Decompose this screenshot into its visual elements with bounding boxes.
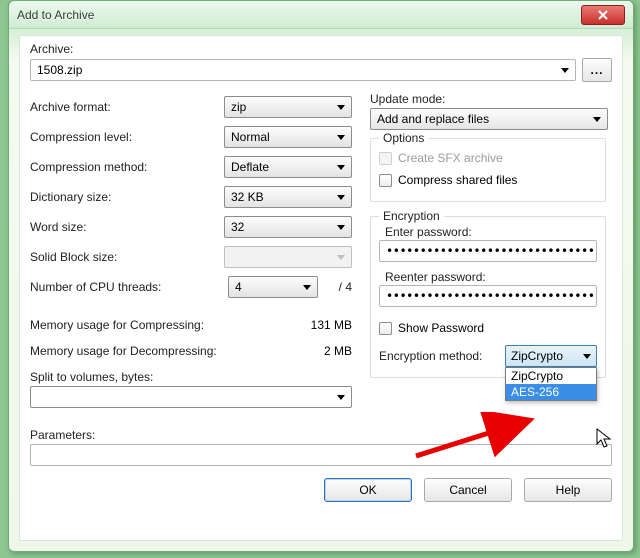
left-column: Archive format: zip Compression level: N…: [30, 92, 352, 408]
encryption-group: Encryption Enter password: •••••••••••••…: [370, 216, 606, 378]
add-to-archive-window: Add to Archive Archive: 1508.zip ... Arc…: [8, 0, 634, 552]
chevron-down-icon: [337, 165, 345, 170]
chevron-down-icon: [337, 255, 345, 260]
chevron-down-icon: [303, 285, 311, 290]
parameters-label: Parameters:: [30, 428, 95, 442]
encryption-option-aes256[interactable]: AES-256: [506, 384, 596, 400]
compression-method-label: Compression method:: [30, 160, 202, 174]
chevron-down-icon: [583, 354, 591, 359]
dictionary-size-combo[interactable]: 32 KB: [224, 186, 352, 208]
archive-format-value: zip: [231, 100, 246, 114]
help-button[interactable]: Help: [524, 478, 612, 502]
encryption-method-label: Encryption method:: [379, 349, 482, 363]
reenter-password-value: ••••••••••••••••••••••••••••••••••••••••: [386, 289, 597, 303]
titlebar[interactable]: Add to Archive: [9, 1, 633, 29]
compression-method-combo[interactable]: Deflate: [224, 156, 352, 178]
create-sfx-checkbox: [379, 152, 392, 165]
reenter-password-input[interactable]: ••••••••••••••••••••••••••••••••••••••••: [379, 285, 597, 307]
archive-format-label: Archive format:: [30, 100, 202, 114]
encryption-method-value: ZipCrypto: [511, 349, 563, 363]
enter-password-label: Enter password:: [385, 225, 597, 239]
cpu-threads-value: 4: [235, 280, 242, 294]
show-password-label: Show Password: [398, 321, 484, 335]
update-mode-value: Add and replace files: [377, 112, 489, 126]
chevron-down-icon: [337, 105, 345, 110]
mem-decompress-value: 2 MB: [324, 344, 352, 358]
compress-shared-checkbox[interactable]: [379, 174, 392, 187]
word-size-combo[interactable]: 32: [224, 216, 352, 238]
encryption-method-combo[interactable]: ZipCrypto: [505, 345, 597, 367]
close-button[interactable]: [581, 5, 625, 25]
chevron-down-icon: [337, 195, 345, 200]
word-size-value: 32: [231, 220, 244, 234]
options-legend: Options: [379, 131, 428, 145]
window-title: Add to Archive: [17, 8, 94, 22]
enter-password-value: ••••••••••••••••••••••••••••••••••••••••: [386, 244, 597, 258]
solid-block-label: Solid Block size:: [30, 250, 202, 264]
chevron-down-icon: [561, 68, 569, 73]
chevron-down-icon: [337, 395, 345, 400]
encryption-method-dropdown: ZipCrypto AES-256: [505, 367, 597, 401]
enter-password-input[interactable]: ••••••••••••••••••••••••••••••••••••••••: [379, 240, 597, 262]
split-volumes-combo[interactable]: [30, 386, 352, 408]
browse-label: ...: [590, 63, 603, 77]
solid-block-combo: [224, 246, 352, 268]
reenter-password-label: Reenter password:: [385, 270, 597, 284]
archive-path-combo[interactable]: 1508.zip: [30, 59, 576, 81]
split-label: Split to volumes, bytes:: [30, 370, 153, 384]
compression-level-combo[interactable]: Normal: [224, 126, 352, 148]
archive-path-value: 1508.zip: [37, 63, 82, 77]
cancel-label: Cancel: [449, 483, 486, 497]
compression-level-label: Compression level:: [30, 130, 202, 144]
dialog-content: Archive: 1508.zip ... Archive format: zi…: [19, 35, 623, 541]
parameters-input[interactable]: [30, 444, 612, 466]
show-password-checkbox[interactable]: [379, 322, 392, 335]
ok-label: OK: [359, 483, 376, 497]
cancel-button[interactable]: Cancel: [424, 478, 512, 502]
encryption-legend: Encryption: [379, 209, 444, 223]
compression-method-value: Deflate: [231, 160, 269, 174]
chevron-down-icon: [593, 117, 601, 122]
mem-compress-value: 131 MB: [311, 318, 352, 332]
mem-compress-label: Memory usage for Compressing:: [30, 318, 204, 332]
help-label: Help: [556, 483, 581, 497]
update-mode-combo[interactable]: Add and replace files: [370, 108, 608, 130]
cpu-threads-label: Number of CPU threads:: [30, 280, 202, 294]
dictionary-size-label: Dictionary size:: [30, 190, 202, 204]
create-sfx-label: Create SFX archive: [398, 151, 503, 165]
close-icon: [598, 10, 608, 20]
options-group: Options Create SFX archive Compress shar…: [370, 138, 606, 202]
dictionary-size-value: 32 KB: [231, 190, 264, 204]
browse-button[interactable]: ...: [582, 58, 612, 82]
ok-button[interactable]: OK: [324, 478, 412, 502]
cpu-threads-combo[interactable]: 4: [228, 276, 318, 298]
compression-level-value: Normal: [231, 130, 270, 144]
encryption-option-zipcrypto[interactable]: ZipCrypto: [506, 368, 596, 384]
right-column: Update mode: Add and replace files Optio…: [370, 92, 606, 408]
archive-label: Archive:: [30, 42, 612, 56]
cpu-threads-total: / 4: [324, 280, 352, 294]
chevron-down-icon: [337, 135, 345, 140]
archive-format-combo[interactable]: zip: [224, 96, 352, 118]
word-size-label: Word size:: [30, 220, 202, 234]
compress-shared-label: Compress shared files: [398, 173, 517, 187]
update-mode-label: Update mode:: [370, 92, 606, 106]
mem-decompress-label: Memory usage for Decompressing:: [30, 344, 217, 358]
chevron-down-icon: [337, 225, 345, 230]
